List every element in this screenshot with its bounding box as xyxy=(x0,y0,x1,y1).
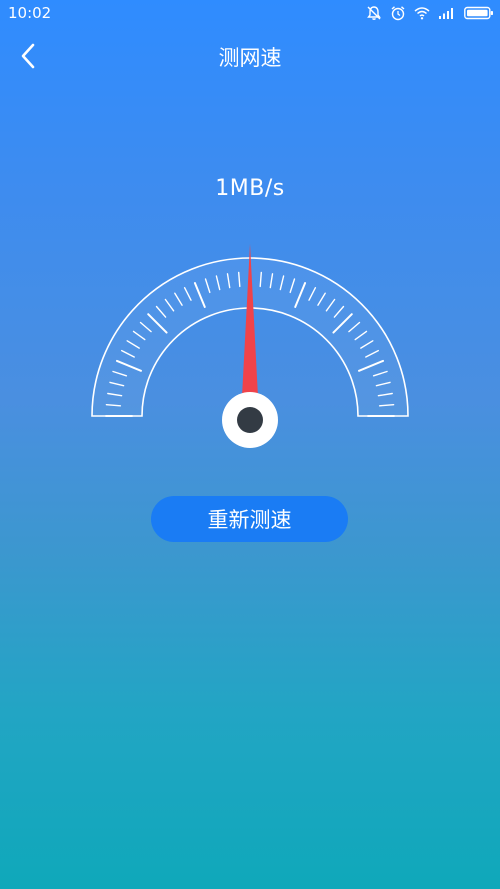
app-bar: 测网速 xyxy=(0,26,500,86)
status-bar: 10:02 xyxy=(0,0,500,26)
page-title: 测网速 xyxy=(218,46,282,70)
speed-readout: 1MB/s xyxy=(215,176,285,201)
retest-button[interactable]: 重新测速 xyxy=(151,496,348,542)
wifi-icon xyxy=(414,6,430,20)
gauge-hub-center xyxy=(237,407,263,433)
battery-icon xyxy=(464,6,494,20)
alarm-icon xyxy=(390,5,406,21)
status-icons xyxy=(366,4,494,22)
notifications-off-icon xyxy=(366,5,382,21)
status-time: 10:02 xyxy=(8,4,52,22)
signal-icon xyxy=(438,6,456,20)
speed-gauge xyxy=(91,244,409,448)
retest-button-label: 重新测速 xyxy=(207,508,292,532)
